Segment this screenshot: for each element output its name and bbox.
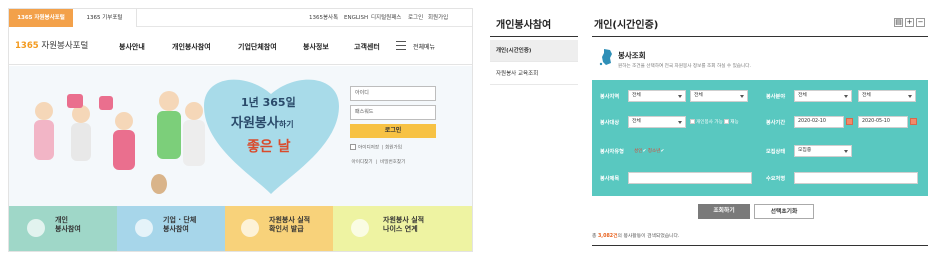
volunteers-illustration	[34, 79, 339, 194]
quick-corporate[interactable]: 기업 · 단체 봉사참여	[117, 206, 225, 251]
hero-banner: 1년 365일 자원봉사하기 좋은 날 아이디 패스워드 로그인 아이디저장 |…	[9, 66, 472, 206]
sidebar-divider	[490, 36, 578, 37]
region-select-1[interactable]: 전체	[628, 90, 686, 102]
field-select-1[interactable]: 전체	[794, 90, 852, 102]
period-to-input[interactable]: 2020-05-10	[858, 116, 908, 128]
title-label: 봉사제목	[600, 176, 620, 182]
main-content: 개인(시간인증) ▤ + − 봉사조회 원하는 조건을 선택하여 전국 자원봉사…	[592, 8, 928, 252]
org-input[interactable]	[794, 172, 918, 184]
youth-option[interactable]: 청소년	[648, 149, 661, 154]
slogan-line3: 좋은 날	[247, 139, 291, 155]
login-box: 아이디 패스워드 로그인 아이디저장 | 회원가입 아이디찾기 | 비밀번호찾기	[350, 86, 436, 173]
region-label: 봉사지역	[600, 94, 620, 100]
quick-neis[interactable]: 자원봉사 실적 나이스 연계	[333, 206, 472, 251]
link-english[interactable]: ENGLISH	[344, 9, 368, 27]
status-label: 모집상태	[766, 149, 786, 155]
zoom-in-icon[interactable]: +	[905, 18, 914, 27]
calendar-icon[interactable]	[910, 118, 917, 125]
org-label: 수요처명	[766, 176, 786, 182]
search-description: 원하는 조건을 선택하여 전국 자원봉사 정보를 조회 하실 수 있습니다.	[618, 64, 751, 69]
field-select-2[interactable]: 전체	[858, 90, 916, 102]
sidebar-item-personal-time[interactable]: 개인(시간인증)	[490, 40, 578, 62]
menu-icon[interactable]	[396, 41, 406, 50]
volunteer-type-options: 성인✔ 청소년✔	[634, 149, 665, 154]
nav-support[interactable]: 고객센터	[354, 42, 380, 52]
reset-button[interactable]: 선택초기화	[754, 204, 814, 219]
quick-personal[interactable]: 개인 봉사참여	[9, 206, 117, 251]
login-options: 아이디저장 | 회원가입	[350, 144, 436, 151]
nav-corporate[interactable]: 기업단체참여	[238, 42, 277, 52]
calendar-icon[interactable]	[846, 118, 853, 125]
talent-checkbox[interactable]	[724, 119, 730, 124]
save-id-checkbox[interactable]	[350, 144, 356, 150]
quick-certificate[interactable]: 자원봉사 실적 확인서 발급	[225, 206, 333, 251]
search-form: 봉사지역 전체 전체 봉사분야 전체 전체 봉사대상 전체 개인봉사 가능 재능…	[592, 80, 928, 196]
slogan-line1: 1년 365일	[241, 96, 296, 109]
certificate-icon	[241, 219, 259, 237]
adult-option[interactable]: 성인	[634, 149, 642, 154]
link-1365-talk[interactable]: 1365봉사톡	[309, 9, 338, 27]
nav-guide[interactable]: 봉사안내	[119, 42, 145, 52]
region-select-2[interactable]: 전체	[690, 90, 748, 102]
tab-donation-portal[interactable]: 1365 기부포털	[73, 9, 137, 27]
nav-info[interactable]: 봉사정보	[303, 42, 329, 52]
link-join[interactable]: 회원가입	[428, 9, 448, 27]
utility-bar: 1365 자원봉사포털 1365 기부포털 1365봉사톡 ENGLISH 디지…	[9, 9, 472, 27]
korea-map-icon	[599, 49, 612, 66]
slogan-line2: 자원봉사하기	[231, 116, 294, 131]
search-heading: 봉사조회	[618, 51, 646, 60]
tab-volunteer-portal[interactable]: 1365 자원봉사포털	[9, 9, 73, 27]
title-divider	[592, 36, 928, 37]
id-input[interactable]: 아이디	[350, 86, 436, 101]
sidebar-title: 개인봉사참여	[496, 20, 552, 31]
find-links: 아이디찾기 | 비밀번호찾기	[351, 159, 406, 165]
link-chain-icon	[351, 219, 369, 237]
zoom-out-icon[interactable]: −	[916, 18, 925, 27]
target-label: 봉사대상	[600, 120, 620, 126]
hand-heart-icon	[27, 219, 45, 237]
title-input[interactable]	[628, 172, 752, 184]
nav-personal[interactable]: 개인봉사참여	[172, 42, 211, 52]
find-id-link[interactable]: 아이디찾기	[351, 160, 372, 165]
nav-all-menu[interactable]: 전체메뉴	[413, 42, 435, 51]
volunteer-type-label: 봉사자유형	[600, 149, 624, 155]
page-title: 개인(시간인증)	[594, 20, 659, 31]
search-button[interactable]: 조회하기	[698, 204, 750, 219]
site-header: 1365 자원봉사포털 봉사안내 개인봉사참여 기업단체참여 봉사정보 고객센터…	[9, 27, 472, 65]
sidebar-item-education[interactable]: 자원봉사 교육조회	[490, 63, 578, 85]
link-login[interactable]: 로그인	[408, 9, 423, 27]
login-button[interactable]: 로그인	[350, 124, 436, 138]
result-count: 총 3,082건의 봉사활동이 검색되었습니다.	[592, 234, 680, 239]
join-link[interactable]: 회원가입	[385, 146, 402, 151]
print-icon[interactable]: ▤	[894, 18, 903, 27]
find-pw-link[interactable]: 비밀번호찾기	[380, 160, 405, 165]
period-from-input[interactable]: 2020-02-10	[794, 116, 844, 128]
bottom-divider	[592, 245, 928, 246]
period-label: 봉사기간	[766, 120, 786, 126]
target-select[interactable]: 전체	[628, 116, 686, 128]
building-icon	[135, 219, 153, 237]
sidebar: 개인봉사참여 개인(시간인증) 자원봉사 교육조회	[490, 8, 578, 252]
status-select[interactable]: 모집중	[794, 145, 852, 157]
individual-checkbox[interactable]	[690, 119, 695, 124]
site-logo[interactable]: 1365 자원봉사포털	[15, 39, 88, 51]
portal-homepage: 1365 자원봉사포털 1365 기부포털 1365봉사톡 ENGLISH 디지…	[8, 8, 473, 252]
password-input[interactable]: 패스워드	[350, 105, 436, 120]
field-label: 봉사분야	[766, 94, 786, 100]
target-options: 개인봉사 가능 재능	[690, 119, 739, 125]
link-digital-onepass[interactable]: 디지털원패스	[371, 9, 401, 27]
